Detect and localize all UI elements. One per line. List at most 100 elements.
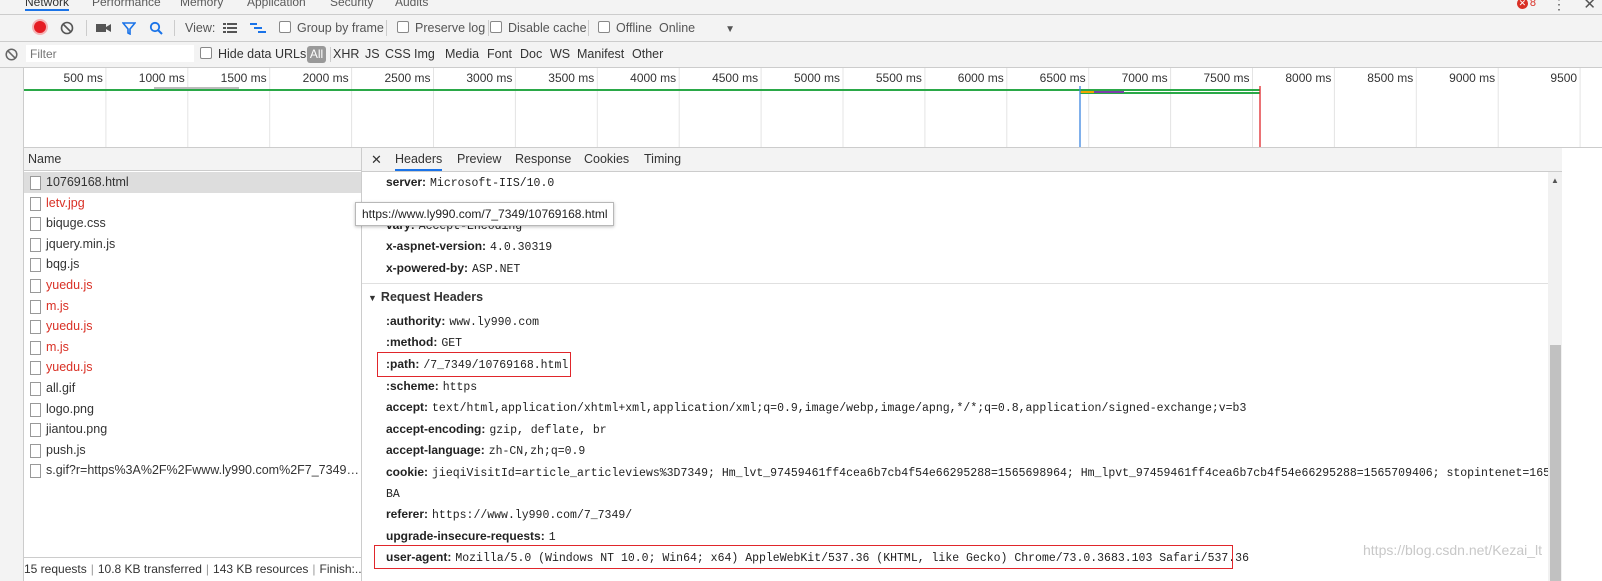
request-row[interactable]: all.gif	[24, 378, 361, 399]
preserve-log-label: Preserve log	[415, 21, 486, 35]
filter-js[interactable]: JS	[365, 42, 380, 67]
search-icon[interactable]	[149, 15, 163, 41]
tab-security[interactable]: Security	[330, 0, 373, 9]
block-icon[interactable]	[5, 48, 18, 64]
scrollbar-thumb[interactable]	[1550, 345, 1561, 581]
hide-data-urls-checkbox[interactable]: Hide data URLs	[200, 42, 306, 67]
tab-audits[interactable]: Audits	[395, 0, 428, 9]
header-key: x-aspnet-version:	[386, 239, 487, 253]
close-detail-icon[interactable]: ✕	[371, 148, 382, 171]
timeline-graph: 500 ms 1000 ms 1500 ms 2000 ms 2500 ms 3000 m…	[24, 68, 1581, 147]
request-name: bqg.js	[46, 257, 80, 272]
request-headers-section[interactable]: ▼ Request Headers	[362, 286, 1548, 308]
request-header-row: accept-language: zh-CN,zh;q=0.9	[386, 440, 585, 460]
filter-all-button[interactable]: All	[307, 46, 326, 63]
throttling-select[interactable]: Online ▼	[659, 15, 735, 41]
request-count: 15 requests	[24, 562, 87, 576]
filter-xhr[interactable]: XHR	[333, 42, 359, 67]
filter-ws[interactable]: WS	[550, 42, 570, 67]
filter-css[interactable]: CSS	[385, 42, 411, 67]
transferred-size: 10.8 KB transferred	[97, 562, 202, 576]
request-row[interactable]: jquery.min.js	[24, 234, 361, 255]
tab-timing[interactable]: Timing	[644, 148, 681, 171]
request-row[interactable]: logo.png	[24, 399, 361, 420]
error-icon: ✕	[1516, 0, 1528, 9]
header-value: zh-CN,zh;q=0.9	[488, 445, 586, 458]
checkbox-icon	[279, 21, 291, 33]
request-row[interactable]: s.gif?r=https%3A%2F%2Fwww.ly990.com%2F7_…	[24, 460, 361, 481]
tab-headers[interactable]: Headers	[395, 148, 443, 171]
tab-performance[interactable]: Performance	[92, 0, 161, 9]
tab-application[interactable]: Application	[247, 0, 306, 9]
timeline-tick-label: 3500 ms	[548, 71, 594, 85]
header-key: upgrade-insecure-requests:	[386, 529, 545, 543]
timeline-tick-label: 4000 ms	[630, 71, 676, 85]
group-by-frame-checkbox[interactable]: Group by frame	[279, 15, 384, 41]
filter-icon[interactable]	[121, 15, 137, 41]
file-icon	[30, 340, 41, 355]
name-column-header[interactable]: Name	[24, 148, 361, 171]
request-name: s.gif?r=https%3A%2F%2Fwww.ly990.com%2F7_…	[46, 463, 361, 478]
request-name: m.js	[46, 339, 69, 354]
filter-img[interactable]: Img	[414, 42, 435, 67]
timeline-tick-label: 8000 ms	[1285, 71, 1331, 85]
filter-font[interactable]: Font	[487, 42, 512, 67]
tab-network[interactable]: Network	[25, 0, 70, 11]
network-toolbar: View: Group by frame Preserve log Disabl…	[0, 15, 1602, 42]
tab-preview[interactable]: Preview	[457, 148, 501, 171]
header-value: ASP.NET	[472, 263, 521, 276]
error-count-badge[interactable]: ✕ 8	[1516, 0, 1536, 9]
finish-time: Finish:...	[319, 562, 361, 576]
checkbox-icon	[490, 21, 502, 33]
overview-timeline[interactable]: 500 ms 1000 ms 1500 ms 2000 ms 2500 ms 3000 m…	[24, 68, 1602, 148]
scroll-up-icon[interactable]: ▲	[1551, 176, 1559, 185]
record-icon[interactable]	[32, 15, 48, 41]
header-value: 4.0.30319	[490, 241, 553, 254]
disable-cache-checkbox[interactable]: Disable cache	[490, 15, 587, 41]
clear-icon[interactable]	[60, 15, 74, 41]
tab-response[interactable]: Response	[515, 148, 571, 171]
filter-media[interactable]: Media	[445, 42, 479, 67]
waterfall-icon[interactable]	[250, 15, 266, 41]
file-icon	[30, 237, 41, 252]
request-row[interactable]: m.js	[24, 337, 361, 358]
more-options-icon[interactable]: ⋮	[1552, 0, 1566, 13]
request-row[interactable]: bqg.js	[24, 254, 361, 275]
timeline-tick-label: 6500 ms	[1040, 71, 1086, 85]
panel-tab-bar: Network Performance Memory Application S…	[0, 0, 1602, 15]
request-row[interactable]: yuedu.js	[24, 357, 361, 378]
offline-checkbox[interactable]: Offline	[598, 15, 652, 41]
tab-cookies[interactable]: Cookies	[584, 148, 629, 171]
file-icon	[30, 402, 41, 417]
large-rows-icon[interactable]	[223, 15, 237, 41]
watermark: https://blog.csdn.net/Kezai_lt	[1363, 542, 1542, 558]
file-icon	[30, 176, 41, 190]
filter-input[interactable]	[26, 45, 194, 62]
dropdown-arrow-icon: ▼	[725, 24, 736, 35]
preserve-log-checkbox[interactable]: Preserve log	[397, 15, 485, 41]
filter-manifest[interactable]: Manifest	[577, 42, 624, 67]
request-row[interactable]: push.js	[24, 440, 361, 461]
request-name: logo.png	[46, 401, 94, 416]
group-by-frame-label: Group by frame	[297, 21, 384, 35]
request-row[interactable]: biquge.css	[24, 213, 361, 234]
disable-cache-label: Disable cache	[508, 21, 587, 35]
request-row[interactable]: jiantou.png	[24, 419, 361, 440]
timeline-tick-label: 2500 ms	[384, 71, 430, 85]
request-row[interactable]: yuedu.js	[24, 316, 361, 337]
request-name: m.js	[46, 298, 69, 313]
request-row[interactable]: yuedu.js	[24, 275, 361, 296]
request-header-row: :scheme: https	[386, 376, 477, 396]
request-row[interactable]: letv.jpg	[24, 193, 361, 214]
header-key: :method:	[386, 335, 438, 349]
header-key: server:	[386, 175, 427, 189]
request-row[interactable]: 10769168.html	[24, 172, 361, 193]
close-devtools-icon[interactable]: ✕	[1583, 0, 1596, 13]
filter-doc[interactable]: Doc	[520, 42, 542, 67]
header-value: BA	[386, 488, 400, 501]
request-header-row: upgrade-insecure-requests: 1	[386, 526, 556, 546]
screenshot-camera-icon[interactable]	[96, 15, 111, 41]
request-row[interactable]: m.js	[24, 296, 361, 317]
tab-memory[interactable]: Memory	[180, 0, 223, 9]
filter-other[interactable]: Other	[632, 42, 663, 67]
